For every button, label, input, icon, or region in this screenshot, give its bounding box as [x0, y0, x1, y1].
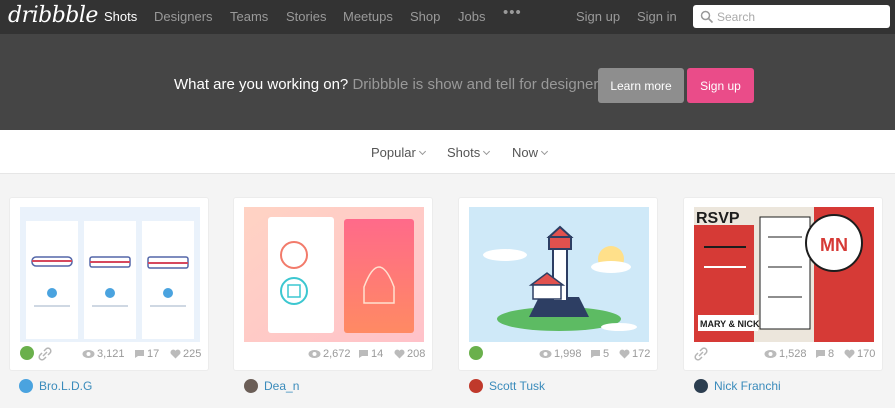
shot-meta-2: 2,672 14 208 [234, 346, 432, 364]
views-value: 3,121 [97, 348, 125, 360]
comments-count: 14 [358, 348, 383, 360]
link-icon[interactable] [38, 347, 52, 361]
likes-value: 172 [632, 348, 651, 360]
hero-banner: What are you working on? Dribbble is sho… [0, 34, 895, 130]
shot-thumbnail-4[interactable]: RSVP MN MARY & NICK [694, 207, 874, 342]
heart-icon [170, 349, 181, 359]
nav-sign-up[interactable]: Sign up [576, 9, 620, 24]
comment-icon [135, 350, 144, 358]
likes-value: 208 [407, 348, 426, 360]
avatar[interactable] [244, 379, 258, 393]
eye-icon [308, 350, 321, 358]
heart-icon [394, 349, 405, 359]
shot-card-2[interactable]: 2,672 14 208 [234, 198, 432, 370]
filter-popular[interactable]: Popular [371, 145, 426, 160]
filter-shots-label: Shots [447, 145, 481, 160]
comments-count: 17 [134, 348, 159, 360]
search-input[interactable] [717, 7, 885, 26]
avatar[interactable] [469, 379, 483, 393]
avatar[interactable] [19, 379, 33, 393]
likes-count: 208 [394, 348, 425, 360]
nav-sign-in[interactable]: Sign in [637, 9, 677, 24]
heart-icon [844, 349, 855, 359]
comments-value: 14 [371, 348, 384, 360]
views-count: 1,998 [539, 348, 582, 360]
views-count: 1,528 [764, 348, 807, 360]
monogram-text: MN [820, 235, 848, 255]
eye-icon [539, 350, 552, 358]
shot-thumbnail-3[interactable] [469, 207, 649, 342]
filter-shots[interactable]: Shots [447, 145, 491, 160]
dribbble-logo[interactable]: dribbble [8, 3, 98, 28]
search-box [693, 5, 890, 28]
nav-designers[interactable]: Designers [154, 9, 213, 24]
likes-count: 172 [619, 348, 650, 360]
comments-count: 5 [590, 348, 609, 360]
hero-question: What are you working on? [174, 76, 349, 93]
nav-stories[interactable]: Stories [286, 9, 326, 24]
filter-now-label: Now [512, 145, 539, 160]
comment-icon [359, 350, 368, 358]
shot-meta-4: 1,528 8 170 [684, 346, 882, 364]
comment-icon [816, 350, 825, 358]
likes-value: 225 [183, 348, 202, 360]
views-count: 2,672 [308, 348, 351, 360]
comments-value: 8 [828, 348, 835, 360]
views-value: 1,528 [779, 348, 807, 360]
comments-value: 17 [147, 348, 160, 360]
filter-popular-label: Popular [371, 145, 416, 160]
nav-shots[interactable]: Shots [104, 9, 137, 24]
views-count: 3,121 [82, 348, 125, 360]
author-name[interactable]: Dea_n [264, 379, 299, 393]
learn-more-button[interactable]: Learn more [598, 68, 684, 103]
shot-thumbnail-2[interactable] [244, 207, 424, 342]
shot-meta-3: 1,998 5 172 [459, 346, 657, 364]
comments-value: 5 [603, 348, 610, 360]
author-name[interactable]: Nick Franchi [714, 379, 781, 393]
shot-card-1[interactable]: 3,121 17 225 [10, 198, 208, 370]
heart-icon [619, 349, 630, 359]
hero-text: What are you working on? Dribbble is sho… [174, 76, 610, 93]
filter-now[interactable]: Now [512, 145, 549, 160]
comments-count: 8 [815, 348, 834, 360]
avatar[interactable] [694, 379, 708, 393]
chevron-down-icon [540, 147, 549, 156]
hero-sign-up-button[interactable]: Sign up [687, 68, 754, 103]
top-nav: dribbble Shots Designers Teams Stories M… [0, 0, 895, 34]
link-icon[interactable] [694, 347, 708, 361]
likes-count: 225 [170, 348, 201, 360]
nav-jobs[interactable]: Jobs [458, 9, 485, 24]
shot-meta-1: 3,121 17 225 [10, 346, 208, 364]
shot-card-3[interactable]: 1,998 5 172 [459, 198, 657, 370]
shot-thumbnail-1[interactable] [20, 207, 200, 342]
author-name[interactable]: Bro.L.D.G [39, 379, 92, 393]
eye-icon [764, 350, 777, 358]
views-value: 1,998 [554, 348, 582, 360]
chevron-down-icon [483, 147, 491, 156]
filter-bar: Popular Shots Now [0, 130, 895, 174]
nav-shop[interactable]: Shop [410, 9, 440, 24]
hero-tagline: Dribbble is show and tell for designers. [352, 76, 611, 93]
views-value: 2,672 [323, 348, 351, 360]
search-icon [700, 10, 714, 24]
rebound-icon[interactable] [20, 346, 34, 360]
likes-count: 170 [844, 348, 875, 360]
chevron-down-icon [418, 147, 426, 156]
likes-value: 170 [857, 348, 876, 360]
eye-icon [82, 350, 95, 358]
more-menu-icon[interactable]: ••• [503, 4, 522, 21]
comment-icon [591, 350, 600, 358]
nav-teams[interactable]: Teams [230, 9, 268, 24]
nav-meetups[interactable]: Meetups [343, 9, 393, 24]
author-name[interactable]: Scott Tusk [489, 379, 545, 393]
rsvp-text: RSVP [696, 210, 740, 227]
shot-card-4[interactable]: RSVP MN MARY & NICK 1,528 8 170 [684, 198, 882, 370]
rebound-icon[interactable] [469, 346, 483, 360]
couple-text: MARY & NICK [700, 319, 760, 329]
